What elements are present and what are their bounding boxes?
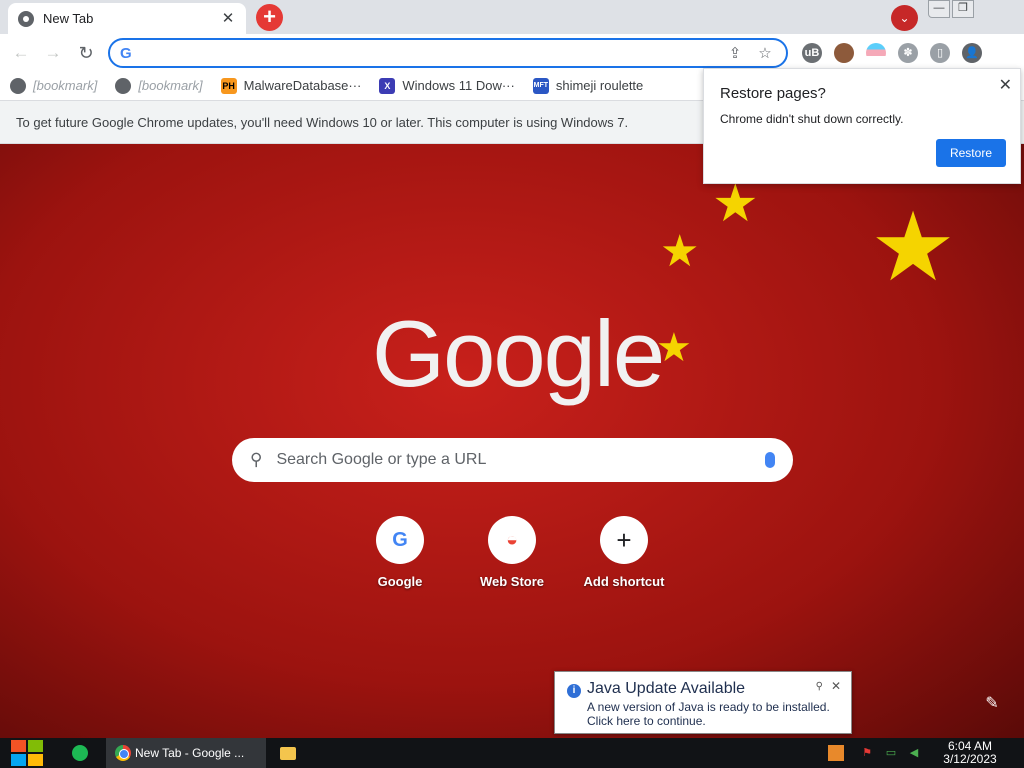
avatar-extension-icon[interactable]: [834, 43, 854, 63]
bookmark-label: [bookmark]: [33, 78, 98, 93]
bookmark-star-icon[interactable]: ☆: [754, 44, 776, 62]
minimize-button[interactable]: —: [928, 0, 950, 18]
search-icon: ⚲: [250, 450, 263, 469]
x-icon: X: [379, 77, 396, 94]
system-clock[interactable]: 6:04 AM 3/12/2023: [934, 740, 1006, 766]
restore-pages-dialog: Restore pages? Chrome didn't shut down c…: [703, 68, 1021, 184]
java-continue-link[interactable]: Click here to continue.: [587, 714, 839, 728]
google-g-icon: G: [120, 44, 132, 62]
java-message: A new version of Java is ready to be ins…: [587, 700, 830, 714]
bookmark-label: MalwareDatabase···: [243, 78, 362, 93]
customize-pencil-icon[interactable]: ✎: [978, 690, 1006, 718]
chrome-icon: [115, 745, 131, 761]
bookmark-item-5[interactable]: MFT shimeji roulette: [532, 77, 644, 94]
star-decoration: ★: [660, 227, 700, 276]
search-placeholder: Search Google or type a URL: [276, 451, 487, 468]
volume-tray-icon[interactable]: ◀: [906, 745, 922, 761]
taskbar-file-explorer[interactable]: [280, 738, 300, 768]
back-button[interactable]: ←: [11, 43, 31, 63]
flag-tray-icon[interactable]: ⚑: [859, 745, 875, 761]
bookmark-label: [bookmark]: [138, 78, 203, 93]
profile-icon[interactable]: 👤: [962, 43, 982, 63]
flag-extension-icon[interactable]: [866, 43, 886, 63]
shortcut-web-store[interactable]: ◒ Web Store: [456, 516, 568, 589]
ntp-search-box[interactable]: ⚲ Search Google or type a URL: [232, 438, 793, 482]
start-button[interactable]: [10, 738, 44, 768]
java-tray-icon[interactable]: [828, 745, 844, 761]
shortcut-label: Web Store: [479, 574, 545, 589]
network-tray-icon[interactable]: ▭: [883, 745, 899, 761]
java-title: Java Update Available: [587, 680, 746, 697]
tab-search-button[interactable]: ⌄: [891, 5, 918, 31]
tab-strip: New Tab ✕ + ⌄ — ❐: [0, 0, 1024, 34]
folder-icon: [280, 746, 296, 760]
maximize-button[interactable]: ❐: [952, 0, 974, 18]
bookmark-item-1[interactable]: [bookmark]: [10, 77, 98, 94]
ph-icon: PH: [220, 77, 237, 94]
chrome-favicon-icon: [18, 10, 34, 27]
extensions-puzzle-icon[interactable]: ✽: [898, 43, 918, 63]
shortcut-add[interactable]: + Add shortcut: [568, 516, 680, 589]
restore-button[interactable]: Restore: [935, 139, 1006, 167]
taskbar-chrome[interactable]: New Tab - Google ...: [106, 738, 266, 768]
bookmark-item-2[interactable]: [bookmark]: [115, 77, 203, 94]
pin-icon[interactable]: ⚲: [816, 681, 823, 692]
tab-new-tab[interactable]: New Tab ✕: [8, 3, 246, 34]
java-update-notification[interactable]: i Java Update Available A new version of…: [554, 671, 852, 734]
mft-icon: MFT: [532, 77, 549, 94]
taskbar-spotify[interactable]: [72, 738, 92, 768]
spotify-icon: [72, 745, 88, 761]
taskbar: New Tab - Google ... ⚑ ▭ ◀ 6:04 AM 3/12/…: [0, 738, 1024, 768]
address-bar[interactable]: G ⇪ ☆: [108, 38, 788, 68]
google-g-icon: G: [376, 516, 424, 564]
gear-icon: [10, 77, 26, 94]
browser-toolbar: ← → ↻ G ⇪ ☆ uB ✽ ▯ 👤: [0, 34, 1024, 71]
forward-button[interactable]: →: [43, 43, 63, 63]
globe-icon: [115, 77, 132, 94]
restore-title: Restore pages?: [720, 85, 826, 102]
tab-close-icon[interactable]: ✕: [220, 10, 236, 27]
bookmark-label: shimeji roulette: [555, 78, 644, 93]
shortcut-google[interactable]: G Google: [344, 516, 456, 589]
new-tab-page: ★ ★ ★ ★ Google ⚲ Search Google or type a…: [0, 144, 1024, 738]
windows-logo-icon: [11, 740, 26, 752]
microphone-icon[interactable]: [765, 452, 775, 468]
clock-date: 3/12/2023: [943, 752, 997, 766]
info-icon: i: [567, 684, 581, 698]
tab-title: New Tab: [43, 11, 94, 26]
new-tab-button[interactable]: +: [256, 4, 283, 31]
ublock-icon[interactable]: uB: [802, 43, 822, 63]
web-store-icon: ◒: [488, 516, 536, 564]
shortcut-label: Add shortcut: [583, 574, 665, 589]
taskbar-chrome-label: New Tab - Google ...: [135, 746, 245, 760]
plus-icon: +: [600, 516, 648, 564]
close-icon[interactable]: ✕: [831, 679, 841, 693]
restore-body: Chrome didn't shut down correctly.: [720, 112, 904, 126]
close-icon[interactable]: ✕: [999, 75, 1012, 95]
google-logo: Google: [372, 301, 665, 406]
bookmark-item-4[interactable]: X Windows 11 Dow···: [379, 77, 515, 94]
bookmark-item-3[interactable]: PH MalwareDatabase···: [220, 77, 362, 94]
infobar-message: To get future Google Chrome updates, you…: [16, 114, 629, 130]
star-decoration: ★: [870, 194, 957, 301]
share-icon[interactable]: ⇪: [724, 44, 746, 62]
star-decoration: ★: [712, 175, 759, 233]
side-panel-icon[interactable]: ▯: [930, 43, 950, 63]
bookmark-label: Windows 11 Dow···: [402, 78, 515, 93]
shortcut-label: Google: [377, 574, 423, 589]
reload-button[interactable]: ↻: [76, 43, 96, 63]
address-input[interactable]: [138, 45, 716, 61]
